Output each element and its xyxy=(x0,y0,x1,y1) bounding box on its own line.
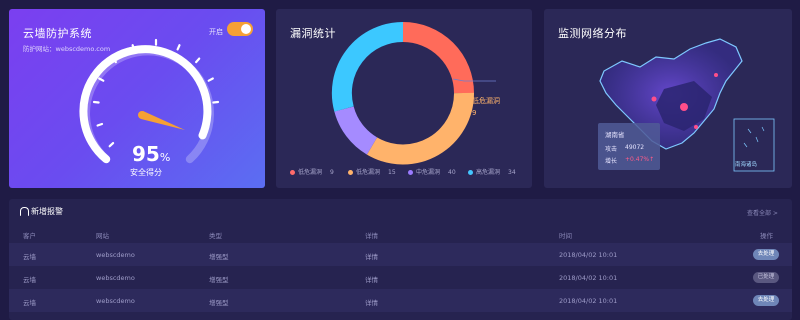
cell-client: 云墙 xyxy=(23,299,36,307)
cell-type: 增强型 xyxy=(209,276,229,284)
score-label: 安全得分 xyxy=(130,168,162,177)
donut-segment-purple xyxy=(334,106,378,155)
legend-count: 9 xyxy=(330,169,334,176)
cell-client: 云墙 xyxy=(23,253,36,261)
alerts-card: 新增报警 查看全部 > 客户 网站 类型 详情 时间 操作 云墙 webscde… xyxy=(9,199,792,320)
map-hotspot xyxy=(651,96,657,102)
cell-time: 2018/04/02 10:01 xyxy=(559,251,618,259)
gauge-needle xyxy=(141,111,185,130)
alerts-title: 新增报警 xyxy=(31,207,63,216)
tooltip-growth-value: +0.47%↑ xyxy=(625,156,655,163)
inset-islands xyxy=(743,126,765,148)
table-row: 云墙 webscdemo 增强型 详情 2018/04/02 10:01 去处理 xyxy=(9,289,792,312)
donut-segment-red xyxy=(402,22,474,94)
legend-label: 低危漏洞 xyxy=(356,169,381,176)
tooltip-attack-label: 攻击 xyxy=(605,146,618,153)
cell-site: webscdemo xyxy=(96,251,135,259)
map-hotspot xyxy=(694,125,698,129)
cell-site: webscdemo xyxy=(96,274,135,282)
legend-label: 低危漏洞 xyxy=(298,169,323,176)
cell-detail[interactable]: 详情 xyxy=(365,251,378,261)
col-header-site: 网站 xyxy=(96,232,109,240)
legend-count: 40 xyxy=(448,169,456,176)
cell-detail[interactable]: 详情 xyxy=(365,297,378,307)
donut-segment-orange xyxy=(366,92,475,165)
legend-label: 高危漏洞 xyxy=(476,169,501,176)
map-hotspot xyxy=(680,103,688,111)
handled-button[interactable]: 已处理 xyxy=(753,272,779,283)
table-row: 云墙 webscdemo 增强型 详情 2018/04/02 10:01 去处理 xyxy=(9,243,792,266)
score-percent: % xyxy=(159,151,171,164)
inset-label: 南海诸岛 xyxy=(735,162,758,168)
legend-item-2: 低危漏洞 15 xyxy=(348,167,396,176)
callout-value: 9 xyxy=(472,109,477,117)
cell-time: 2018/04/02 10:01 xyxy=(559,297,618,305)
cell-type: 增强型 xyxy=(209,299,229,307)
tooltip-attack-value: 49072 xyxy=(625,144,645,151)
view-all-link[interactable]: 查看全部 > xyxy=(747,208,778,217)
map-hotspot xyxy=(714,73,718,77)
protect-card: 云墙防护系统 防护网站：webscdemo.com 开启 95% 安全得分 xyxy=(9,9,265,188)
score-number: 95 xyxy=(132,142,160,166)
col-header-detail: 详情 xyxy=(365,232,378,240)
bell-icon xyxy=(20,207,29,216)
gauge-hub xyxy=(138,111,146,119)
legend-item-3: 中危漏洞 40 xyxy=(408,167,456,176)
vuln-card: 漏洞统计 低危漏洞 9 低危漏洞 9 低危漏洞 15 中危漏洞 40 高危漏洞 34 xyxy=(276,9,532,188)
legend-dot xyxy=(348,170,353,175)
legend-count: 15 xyxy=(388,169,396,176)
legend-dot xyxy=(290,170,295,175)
callout-label: 低危漏洞 xyxy=(472,97,500,105)
legend-item-4: 高危漏洞 34 xyxy=(468,167,516,176)
donut-segment-blue xyxy=(331,21,404,112)
legend-count: 34 xyxy=(508,169,516,176)
legend-dot xyxy=(468,170,473,175)
legend-item-1: 低危漏洞 9 xyxy=(290,167,334,176)
map-card: 监测网络分布 湖南省 攻击 49072 增长 +0.47%↑ 南海诸岛 xyxy=(544,9,792,188)
cell-site: webscdemo xyxy=(96,297,135,305)
cell-client: 云墙 xyxy=(23,276,36,284)
score-value: 95% xyxy=(132,143,170,169)
cell-type: 增强型 xyxy=(209,253,229,261)
cell-detail[interactable]: 详情 xyxy=(365,274,378,284)
col-header-time: 时间 xyxy=(559,232,572,240)
col-header-action: 操作 xyxy=(760,232,773,240)
legend-label: 中危漏洞 xyxy=(416,169,441,176)
map-tooltip: 湖南省 攻击 49072 增长 +0.47%↑ xyxy=(598,123,660,170)
col-header-client: 客户 xyxy=(23,232,36,240)
tooltip-province: 湖南省 xyxy=(605,131,625,139)
tooltip-growth-label: 增长 xyxy=(605,158,618,165)
handle-button[interactable]: 去处理 xyxy=(753,295,779,306)
table-row: 云墙 webscdemo 增强型 详情 2018/04/02 10:01 已处理 xyxy=(9,266,792,289)
legend-dot xyxy=(408,170,413,175)
cell-time: 2018/04/02 10:01 xyxy=(559,274,618,282)
col-header-type: 类型 xyxy=(209,232,222,240)
handle-button[interactable]: 去处理 xyxy=(753,249,779,260)
